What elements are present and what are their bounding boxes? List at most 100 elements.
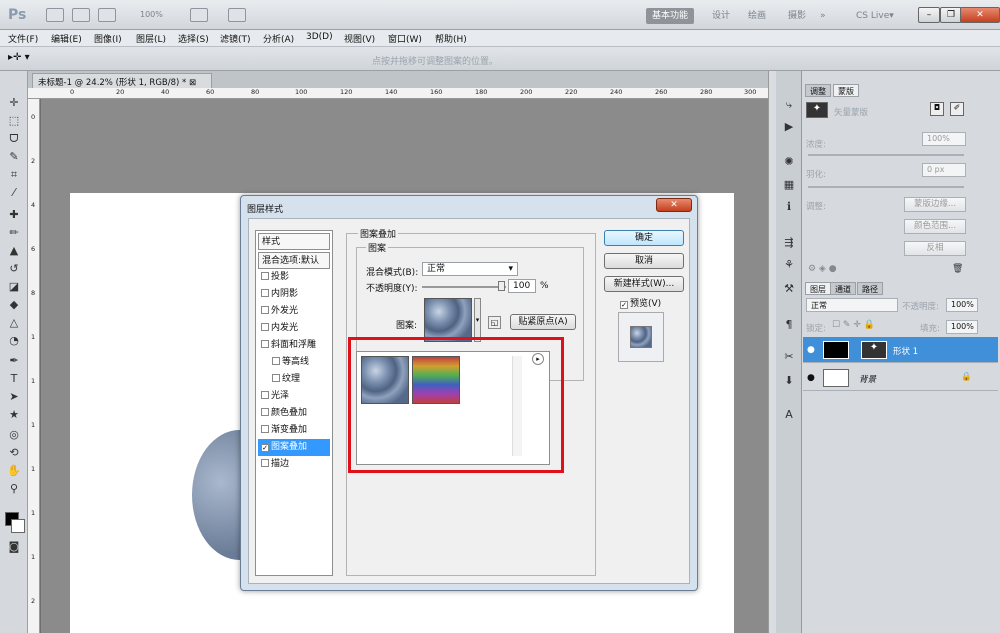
color-range-button[interactable]: 颜色范围... [904, 219, 966, 234]
visibility-eye-icon[interactable]: ● [807, 345, 815, 355]
tab-masks[interactable]: 蒙版 [833, 84, 859, 97]
styles-header[interactable]: 样式 [258, 233, 330, 250]
checkbox[interactable] [261, 272, 269, 280]
brushes-panel-icon[interactable]: ⇶ [781, 236, 797, 250]
menu-file[interactable]: 文件(F) [8, 32, 38, 45]
dodge-tool-icon[interactable]: ◔ [6, 334, 22, 348]
opacity-slider-thumb[interactable] [498, 281, 505, 291]
screen-mode-icon[interactable] [228, 8, 246, 22]
delete-mask-icon[interactable]: 🗑 [952, 264, 963, 274]
maximize-button[interactable]: ❐ [940, 7, 962, 23]
swatches-panel-icon[interactable]: ▦ [781, 178, 797, 192]
visibility-eye-icon[interactable]: ● [807, 373, 815, 383]
pattern-picker-swatch[interactable] [424, 298, 472, 342]
tool-preset-picker[interactable]: ▸✛ ▾ [8, 52, 38, 66]
hand-tool-icon[interactable]: ✋ [6, 464, 22, 478]
checkbox[interactable] [261, 340, 269, 348]
cs-live-button[interactable]: CS Live▾ [850, 8, 900, 24]
canvas-scrollbar[interactable] [768, 71, 776, 633]
actions-panel-icon[interactable]: ▶ [781, 120, 797, 134]
brush-tool-icon[interactable]: ✏ [6, 226, 22, 240]
close-button[interactable]: ✕ [960, 7, 1000, 23]
quick-mask-icon[interactable]: ◙ [6, 540, 22, 554]
checkbox[interactable] [272, 357, 280, 365]
blending-options-item[interactable]: 混合选项:默认 [258, 252, 330, 269]
paint-bucket-tool-icon[interactable]: ◆ [6, 298, 22, 312]
mini-bridge-icon[interactable] [72, 8, 90, 22]
crop-tool-icon[interactable]: ⌗ [6, 168, 22, 182]
style-satin[interactable]: 光泽 [258, 388, 330, 405]
blur-tool-icon[interactable]: △ [6, 316, 22, 330]
checkbox[interactable] [261, 289, 269, 297]
history-panel-icon[interactable]: ⤷ [781, 98, 797, 112]
tab-layers[interactable]: 图层 [805, 282, 831, 295]
fill-field[interactable]: 100% [946, 320, 978, 334]
feather-slider[interactable] [808, 186, 964, 188]
tab-adjustments[interactable]: 调整 [805, 84, 831, 97]
ok-button[interactable]: 确定 [604, 230, 684, 246]
checkbox-checked[interactable]: ✓ [620, 301, 628, 309]
menu-select[interactable]: 选择(S) [178, 32, 209, 45]
style-texture[interactable]: 纹理 [258, 371, 330, 388]
checkbox[interactable] [261, 323, 269, 331]
opacity-slider-track[interactable] [422, 286, 506, 288]
invert-button[interactable]: 反相 [904, 241, 966, 256]
checkbox[interactable] [261, 425, 269, 433]
menu-view[interactable]: 视图(V) [344, 32, 375, 45]
style-inner-glow[interactable]: 内发光 [258, 320, 330, 337]
lock-icons[interactable]: ☐ ✎ ✛ 🔒 [832, 320, 875, 330]
color-panel-icon[interactable]: ✺ [781, 155, 797, 169]
checkbox[interactable] [261, 306, 269, 314]
workspace-painting[interactable]: 绘画 [742, 8, 772, 24]
style-outer-glow[interactable]: 外发光 [258, 303, 330, 320]
3d-rotate-tool-icon[interactable]: ◎ [6, 428, 22, 442]
style-bevel-emboss[interactable]: 斜面和浮雕 [258, 337, 330, 354]
menu-window[interactable]: 窗口(W) [388, 32, 422, 45]
character-panel-icon[interactable]: A [781, 408, 797, 422]
stamp-tool-icon[interactable]: ▲ [6, 244, 22, 258]
eyedropper-tool-icon[interactable]: ⁄ [6, 186, 22, 200]
3d-panel-icon[interactable]: ✂ [781, 350, 797, 364]
opacity-field[interactable]: 100 [508, 279, 536, 293]
mask-panel-footer-icons[interactable]: ⚙ ◈ ● [808, 264, 837, 274]
clone-source-panel-icon[interactable]: ⚘ [781, 258, 797, 272]
workspace-design[interactable]: 设计 [706, 8, 736, 24]
history-brush-tool-icon[interactable]: ↺ [6, 262, 22, 276]
feather-field[interactable]: 0 px [922, 163, 966, 177]
style-drop-shadow[interactable]: 投影 [258, 269, 330, 286]
marquee-tool-icon[interactable]: ⬚ [6, 114, 22, 128]
menu-image[interactable]: 图像(I) [94, 32, 122, 45]
arrange-documents-icon[interactable] [190, 8, 208, 22]
pattern-picker-dropdown[interactable]: ▾ [474, 298, 481, 342]
density-slider[interactable] [808, 154, 964, 156]
zoom-tool-icon[interactable]: ⚲ [6, 482, 22, 496]
mask-edge-button[interactable]: 蒙版边缘... [904, 197, 966, 212]
checkbox[interactable] [261, 391, 269, 399]
healing-brush-tool-icon[interactable]: ✚ [6, 208, 22, 222]
menu-edit[interactable]: 编辑(E) [51, 32, 82, 45]
tab-paths[interactable]: 路径 [857, 282, 883, 295]
workspace-more[interactable]: » [814, 8, 832, 24]
workspace-photography[interactable]: 摄影 [782, 8, 812, 24]
density-field[interactable]: 100% [922, 132, 966, 146]
vector-mask-icon[interactable]: ✐ [950, 102, 964, 116]
layer-opacity-field[interactable]: 100% [946, 298, 978, 312]
dialog-close-button[interactable]: ✕ [656, 198, 692, 212]
style-contour[interactable]: 等高线 [258, 354, 330, 371]
checkbox[interactable] [261, 459, 269, 467]
type-tool-icon[interactable]: T [6, 372, 22, 386]
bridge-icon[interactable] [46, 8, 64, 22]
pixel-mask-icon[interactable]: ◘ [930, 102, 944, 116]
workspace-essentials[interactable]: 基本功能 [646, 8, 695, 24]
shape-tool-icon[interactable]: ★ [6, 408, 22, 422]
menu-help[interactable]: 帮助(H) [435, 32, 467, 45]
style-gradient-overlay[interactable]: 渐变叠加 [258, 422, 330, 439]
snap-to-origin-button[interactable]: 贴紧原点(A) [510, 314, 576, 330]
checkbox[interactable] [272, 374, 280, 382]
document-tab[interactable]: 未标题-1 @ 24.2% (形状 1, RGB/8) * ⊠ [32, 73, 212, 88]
checkbox[interactable] [261, 408, 269, 416]
layer-row-shape1[interactable]: ● ✦ 形状 1 [803, 337, 998, 363]
menu-filter[interactable]: 滤镜(T) [220, 32, 251, 45]
style-color-overlay[interactable]: 颜色叠加 [258, 405, 330, 422]
tool-presets-panel-icon[interactable]: ⚒ [781, 282, 797, 296]
